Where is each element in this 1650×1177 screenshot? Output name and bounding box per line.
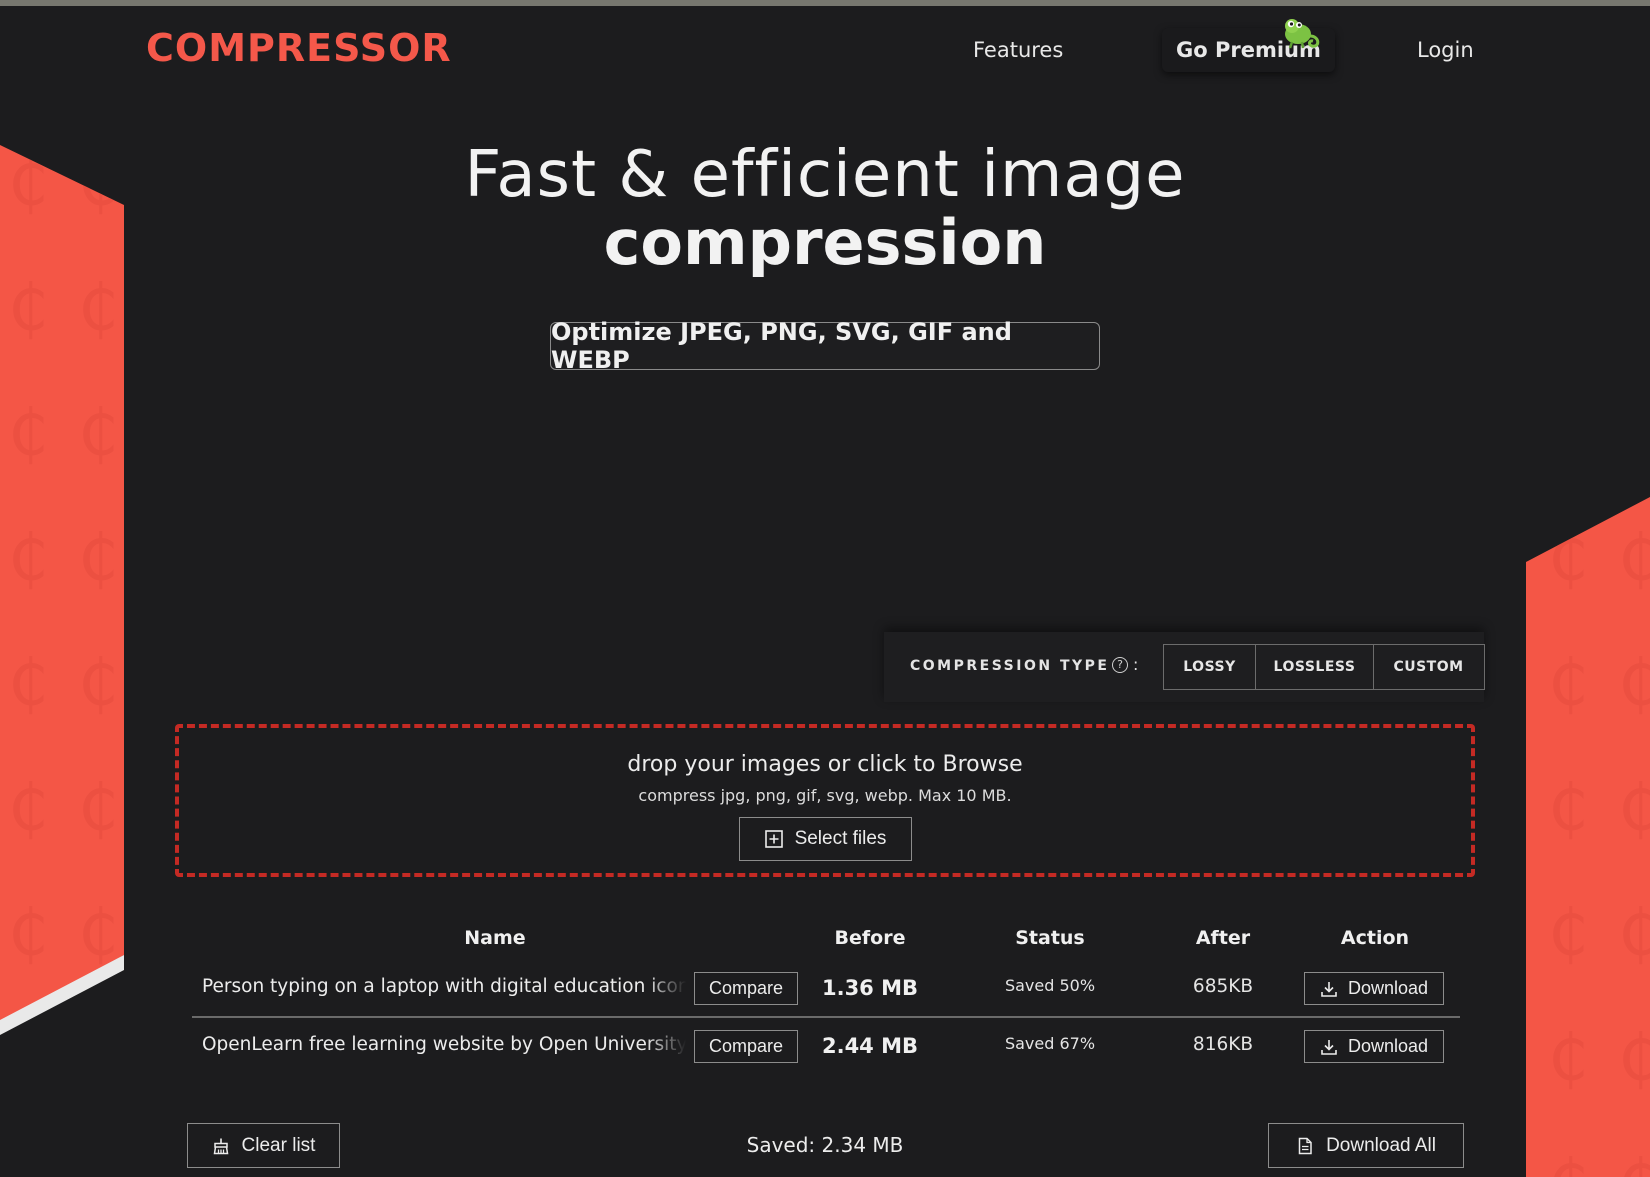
question-circle-icon[interactable]: ? <box>1112 657 1128 673</box>
column-header-before: Before <box>800 927 940 949</box>
compression-type-label: COMPRESSION TYPE <box>910 658 1109 674</box>
supported-formats-badge: Optimize JPEG, PNG, SVG, GIF and WEBP <box>550 322 1100 370</box>
size-after: 685KB <box>1153 976 1293 997</box>
nav-login-link[interactable]: Login <box>1417 38 1474 62</box>
file-name-fade <box>646 976 686 1006</box>
compression-type-colon: : <box>1133 655 1138 674</box>
size-before: 2.44 MB <box>800 1034 940 1058</box>
select-files-button[interactable]: Select files <box>739 817 912 861</box>
row-divider <box>192 1016 1460 1018</box>
column-header-name: Name <box>420 927 570 949</box>
file-name: OpenLearn free learning website by Open … <box>202 1034 686 1055</box>
drop-zone-subtitle: compress jpg, png, gif, svg, webp. Max 1… <box>0 786 1650 805</box>
download-all-button[interactable]: Download All <box>1268 1123 1464 1168</box>
compare-button[interactable]: Compare <box>694 1030 798 1063</box>
plus-box-icon <box>765 830 783 848</box>
nav-features-link[interactable]: Features <box>973 38 1063 62</box>
page: ₵ COMPRESSOR Features Go Premium Login F… <box>0 0 1650 1177</box>
download-all-label: Download All <box>1326 1135 1436 1157</box>
hero-title-line1: Fast & efficient image <box>0 138 1650 212</box>
download-button[interactable]: Download <box>1304 1030 1444 1063</box>
file-name: Person typing on a laptop with digital e… <box>202 976 686 997</box>
download-label: Download <box>1348 978 1428 999</box>
column-header-after: After <box>1153 927 1293 949</box>
drop-zone-title: drop your images or click to Browse <box>0 752 1650 777</box>
download-icon <box>1320 980 1338 998</box>
compression-lossless-button[interactable]: LOSSLESS <box>1256 645 1374 689</box>
column-header-action: Action <box>1305 927 1445 949</box>
column-header-status: Status <box>980 927 1120 949</box>
compression-type-segmented-control: LOSSY LOSSLESS CUSTOM <box>1163 644 1485 690</box>
compression-lossy-button[interactable]: LOSSY <box>1164 645 1256 689</box>
file-name-fade <box>646 1034 686 1064</box>
compare-button[interactable]: Compare <box>694 972 798 1005</box>
hero-title-line2: compression <box>0 206 1650 279</box>
compression-status: Saved 67% <box>980 1034 1120 1053</box>
download-label: Download <box>1348 1036 1428 1057</box>
download-icon <box>1320 1038 1338 1056</box>
compression-status: Saved 50% <box>980 976 1120 995</box>
select-files-label: Select files <box>795 828 887 850</box>
size-before: 1.36 MB <box>800 976 940 1000</box>
compression-custom-button[interactable]: CUSTOM <box>1374 645 1483 689</box>
chameleon-icon <box>1280 10 1324 54</box>
compressor-logo[interactable]: COMPRESSOR <box>146 26 452 70</box>
browser-top-strip <box>0 0 1650 6</box>
file-icon <box>1296 1137 1314 1155</box>
download-button[interactable]: Download <box>1304 972 1444 1005</box>
size-after: 816KB <box>1153 1034 1293 1055</box>
